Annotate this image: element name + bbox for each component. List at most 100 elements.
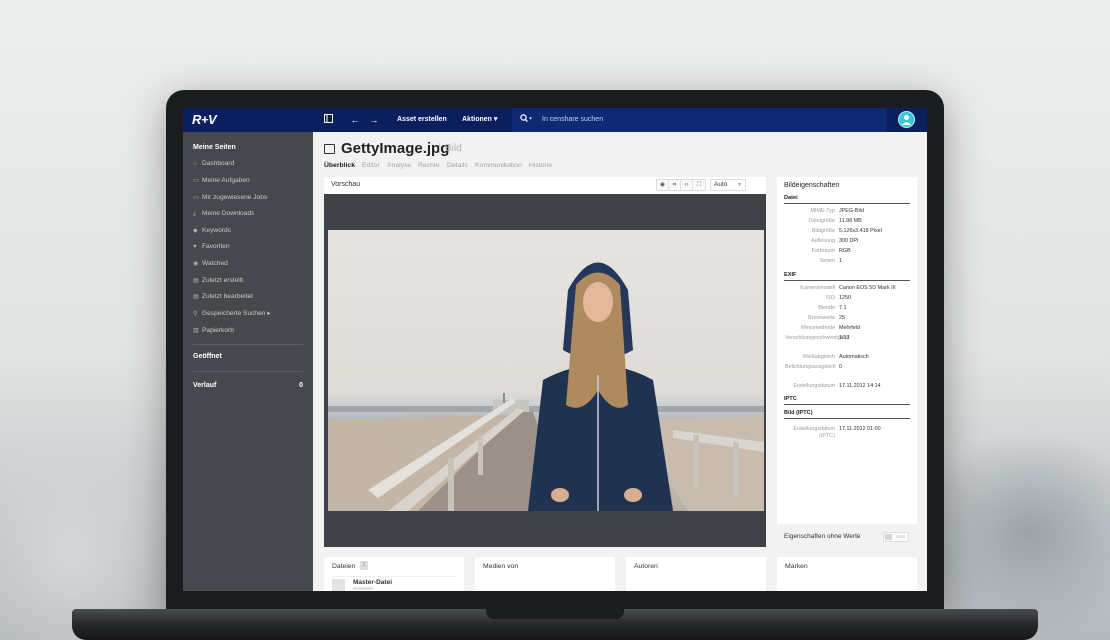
crop-icon[interactable]: ⌗ <box>669 180 681 190</box>
prop-value: 0 <box>839 364 842 370</box>
sidebar-item-label: Favoriten <box>202 243 230 250</box>
tab-communication[interactable]: Kommunikation <box>475 162 522 169</box>
search-input[interactable]: In censhare suchen <box>542 108 603 132</box>
file-meta-placeholder <box>353 587 373 590</box>
background-blur-left <box>0 420 180 640</box>
sidebar-item-label: Keywords <box>202 227 231 234</box>
sidebar-item-label: Meine Downloads <box>202 210 255 217</box>
asset-type-label: Bild <box>439 143 462 154</box>
expand-icon[interactable]: ⛶ <box>693 180 705 190</box>
sidebar-item-saved-searches[interactable]: ⚲ Gespeicherte Suchen ▸ <box>193 309 271 319</box>
sidebar-divider <box>193 371 303 372</box>
sidebar-item-label: Gespeicherte Suchen ▸ <box>202 310 271 317</box>
laptop-notch <box>486 609 624 619</box>
files-count-badge: 1 <box>360 561 368 570</box>
preview-image[interactable] <box>328 230 764 511</box>
search-icon[interactable] <box>520 114 532 125</box>
sidebar-item-tasks[interactable]: ▭ Meine Aufgaben <box>193 176 250 186</box>
sidebar-item-label: Dashboard <box>202 160 235 167</box>
history-count: 0 <box>299 382 303 389</box>
brand-logo[interactable]: R+V <box>192 112 217 127</box>
properties-title: Bildeigenschaften <box>784 182 840 189</box>
sidebar-item-favorites[interactable]: ♥ Favoriten <box>193 242 230 252</box>
tab-rights[interactable]: Rechte <box>418 162 440 169</box>
master-file-label: Master-Datei <box>353 579 393 586</box>
prop-value: Automatisch <box>839 354 869 360</box>
image-icon <box>324 144 335 154</box>
sidebar-item-label: Papierkorb <box>202 327 234 334</box>
prop-key: Weißabgleich <box>802 354 835 360</box>
tab-analysis[interactable]: Analyse <box>387 162 411 169</box>
prop-value: 7.1 <box>839 305 847 311</box>
tab-details[interactable]: Details <box>447 162 468 169</box>
avatar[interactable] <box>898 111 915 128</box>
sidebar-item-downloads[interactable]: ⤓ Meine Downloads <box>193 209 254 219</box>
eye-icon[interactable]: ◉ <box>657 180 669 190</box>
sidebar-item-label: Mir zugewiesene Jobs <box>202 194 268 201</box>
tab-editor[interactable]: Editor <box>362 162 380 169</box>
sidebar-item-recently-created[interactable]: ▤ Zuletzt erstellt <box>193 276 243 286</box>
create-asset-button[interactable]: Asset erstellen <box>397 108 447 132</box>
list-item[interactable]: Master-Datei <box>332 576 456 591</box>
prop-value: RGB <box>839 248 851 254</box>
inbox-icon: ▭ <box>193 178 199 184</box>
prop-key: Bildgröße <box>811 228 835 234</box>
sidebar-toggle-icon[interactable] <box>322 114 334 126</box>
preview-toolbar: ◉ ⌗ ‹› ⛶ <box>656 179 706 191</box>
tag-icon: ◆ <box>193 228 198 234</box>
heart-icon: ♥ <box>193 244 197 250</box>
prop-key: Belichtungsausgleich <box>785 364 836 370</box>
authors-card: Autoren <box>626 557 766 591</box>
sidebar-item-watched[interactable]: ◉ Watched <box>193 259 228 269</box>
empty-properties-toggle[interactable]: AUS <box>883 532 909 542</box>
prop-value: 1250 <box>839 295 851 301</box>
image-properties-panel: Bildeigenschaften Datei MIME-Typ JPEG-Bil… <box>777 177 917 524</box>
arrow-left-icon[interactable]: ← <box>349 114 361 126</box>
top-bar: R+V ← → Asset erstellen Aktionen ▾ In ce… <box>183 108 927 132</box>
section-image-iptc: Bild (IPTC) <box>784 410 910 419</box>
sidebar-section-title: Meine Seiten <box>193 144 236 151</box>
preview-panel: Vorschau ◉ ⌗ ‹› ⛶ Auto ▼ <box>324 177 766 547</box>
sidebar-history-title[interactable]: Verlauf <box>193 382 216 389</box>
sidebar-item-label: Meine Aufgaben <box>202 177 250 184</box>
user-menu[interactable] <box>886 108 927 132</box>
search-icon: ⚲ <box>193 311 198 317</box>
sidebar-opened-title[interactable]: Geöffnet <box>193 353 222 360</box>
prop-value: Mehrfeld <box>839 325 860 331</box>
asset-main: GettyImage.jpg Bild Überblick Editor Ana… <box>313 132 927 591</box>
media-of-card: Medien von <box>475 557 615 591</box>
files-card: Dateien 1 Master-Datei <box>324 557 464 591</box>
search-bar[interactable]: In censhare suchen <box>512 108 886 132</box>
zoom-select[interactable]: Auto ▼ <box>710 179 746 191</box>
prop-value: 1/13 <box>839 335 850 341</box>
eye-icon: ◉ <box>193 261 199 267</box>
sidebar-item-dashboard[interactable]: ⌂ Dashboard <box>193 159 234 169</box>
prop-key: Blende <box>818 305 835 311</box>
page-title: GettyImage.jpg <box>341 140 450 157</box>
prop-key: Erstellungsdatum (IPTC) <box>793 426 835 439</box>
preview-label: Vorschau <box>331 181 361 188</box>
prop-value: 17.11.2012 01:00 <box>839 426 881 432</box>
tab-history[interactable]: Historie <box>529 162 552 169</box>
sidebar-item-recently-edited[interactable]: ▤ Zuletzt bearbeitet <box>193 292 253 302</box>
sidebar: Meine Seiten ⌂ Dashboard ▭ Meine Aufgaben … <box>183 132 313 591</box>
inbox-icon: ▭ <box>193 195 199 201</box>
file-icon: ▤ <box>193 278 199 284</box>
arrow-right-icon[interactable]: → <box>368 114 380 126</box>
prop-value: 25 <box>839 315 845 321</box>
files-card-title: Dateien <box>332 563 356 570</box>
prop-key: Kameramodell <box>800 285 835 291</box>
tab-overview[interactable]: Überblick <box>324 162 355 169</box>
trash-icon: ▥ <box>193 328 199 334</box>
prop-key: Messmethode <box>801 325 835 331</box>
sidebar-item-jobs[interactable]: ▭ Mir zugewiesene Jobs <box>193 193 267 203</box>
shrink-icon[interactable]: ‹› <box>681 180 693 190</box>
preview-stage <box>324 194 766 547</box>
download-icon: ⤓ <box>193 211 196 217</box>
sidebar-item-keywords[interactable]: ◆ Keywords <box>193 226 231 236</box>
sidebar-item-label: Zuletzt erstellt <box>202 277 244 284</box>
authors-card-title: Autoren <box>634 563 658 570</box>
preview-header: Vorschau ◉ ⌗ ‹› ⛶ Auto ▼ <box>324 177 766 194</box>
actions-menu-button[interactable]: Aktionen ▾ <box>462 108 497 132</box>
sidebar-item-trash[interactable]: ▥ Papierkorb <box>193 326 234 336</box>
